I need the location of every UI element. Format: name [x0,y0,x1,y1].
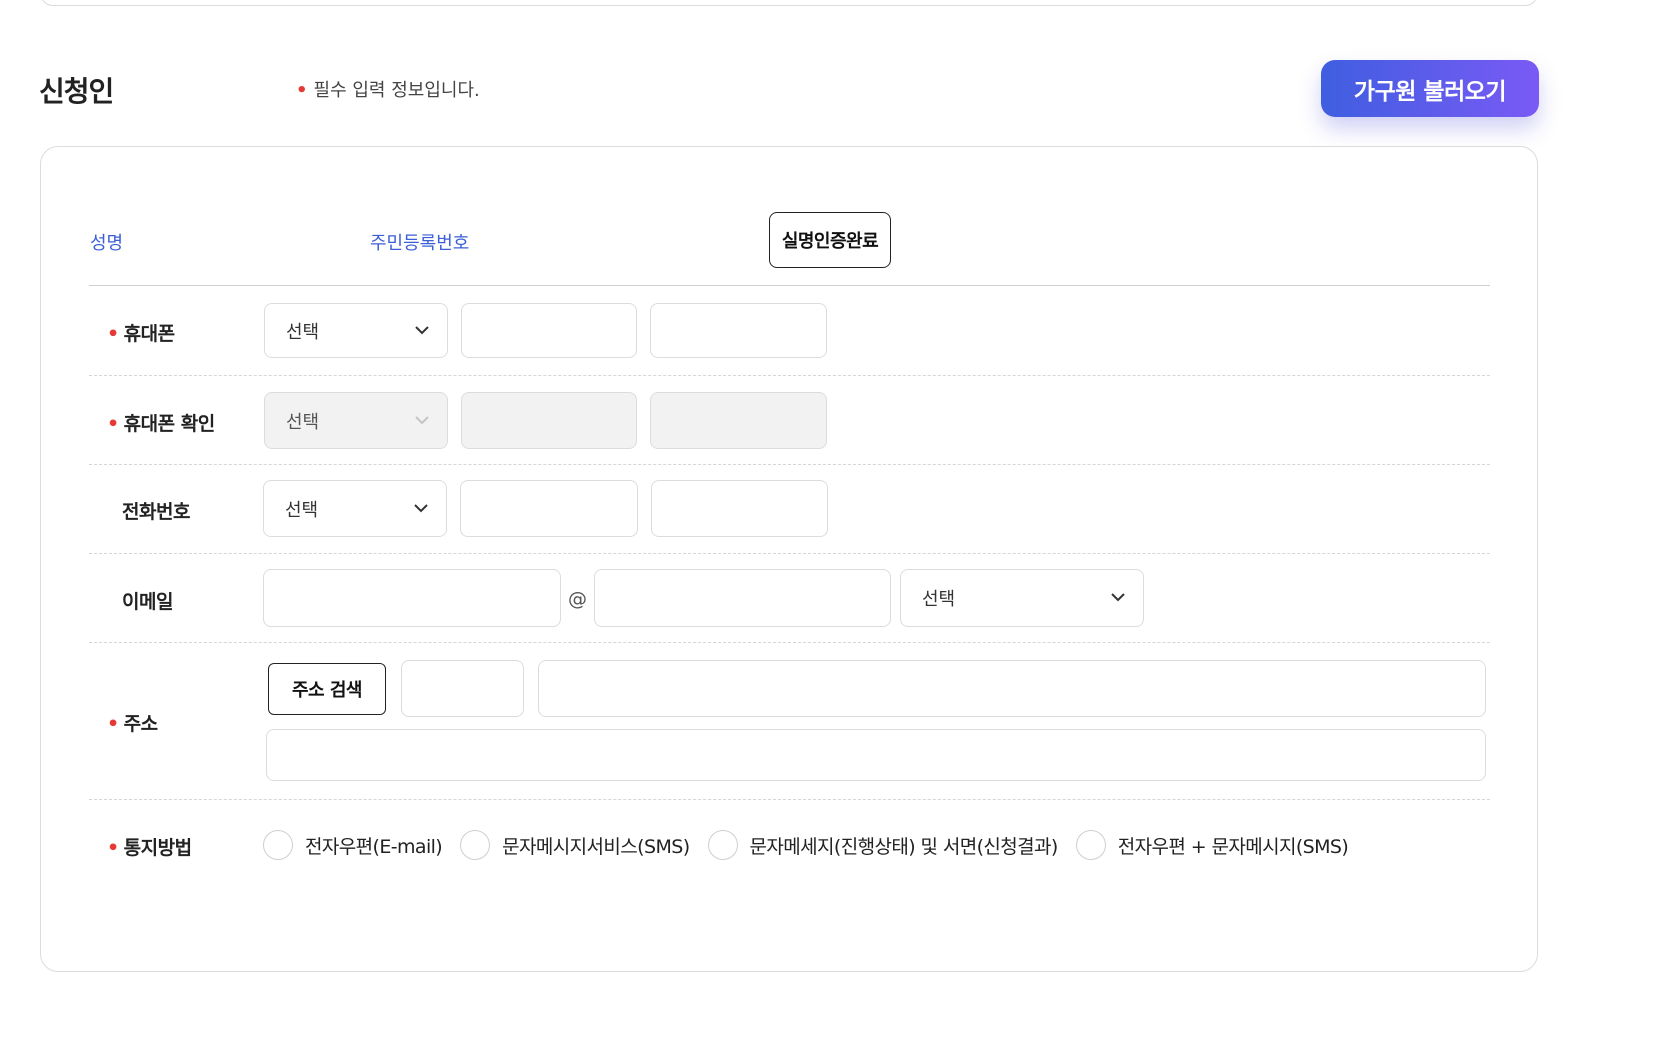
mobile-label-text: 휴대폰 [123,323,175,345]
load-household-members-button[interactable]: 가구원 불러오기 [1321,60,1539,117]
phone-label: 전화번호 [122,501,190,523]
mobile-confirm-label-text: 휴대폰 확인 [123,413,216,435]
email-domain-select[interactable]: 선택 [900,569,1144,627]
notify-method-radio-group: 전자우편(E-mail) 문자메시지서비스(SMS) 문자메세지(진행상태) 및… [263,829,1366,861]
phone-prefix-select[interactable]: 선택 [263,480,447,537]
required-dot: • [107,323,119,345]
row-divider [89,553,1490,554]
address-main-input[interactable] [538,660,1486,717]
notify-option-label: 전자우편(E-mail) [305,835,443,858]
email-id-input[interactable] [263,569,561,627]
mobile-confirm-label: • 휴대폰 확인 [107,409,215,436]
radio-button[interactable] [263,830,293,860]
email-label: 이메일 [122,591,173,613]
previous-section-card [40,0,1538,6]
address-search-button[interactable]: 주소 검색 [268,663,386,715]
row-divider [89,642,1490,643]
mobile-confirm-middle-input[interactable] [461,392,637,449]
mobile-last-input[interactable] [650,303,827,358]
radio-button[interactable] [707,830,738,860]
section-title: 신청인 [39,75,114,108]
chevron-down-icon [1111,593,1125,602]
notify-option-sms-and-mail[interactable]: 문자메세지(진행상태) 및 서면(신청결과) [707,830,1059,860]
postal-code-input[interactable] [401,660,524,717]
at-sign: @ [568,588,587,610]
phone-last-input[interactable] [651,480,828,537]
mobile-confirm-prefix-select[interactable]: 선택 [264,392,448,449]
mobile-prefix-value: 선택 [286,321,320,343]
phone-middle-input[interactable] [460,480,638,537]
required-note: • 필수 입력 정보입니다. [296,76,480,102]
mobile-label: • 휴대폰 [107,319,175,346]
email-domain-select-value: 선택 [922,589,956,610]
required-dot: • [107,713,119,735]
notify-option-label: 문자메세지(진행상태) 및 서면(신청결과) [749,835,1059,858]
required-dot: • [107,413,119,435]
notify-label: • 통지방법 [107,833,192,860]
mobile-confirm-prefix-value: 선택 [286,411,320,433]
mobile-confirm-last-input[interactable] [650,392,827,449]
phone-prefix-value: 선택 [285,499,319,521]
required-dot: • [296,80,308,101]
notify-option-email-and-sms[interactable]: 전자우편 + 문자메시지(SMS) [1075,830,1349,860]
radio-button[interactable] [460,830,491,860]
divider [89,285,1490,286]
identity-verified-button[interactable]: 실명인증완료 [769,212,891,268]
row-divider [89,464,1490,465]
required-note-text: 필수 입력 정보입니다. [313,80,480,101]
mobile-middle-input[interactable] [461,303,637,358]
email-domain-input[interactable] [594,569,891,627]
address-label-text: 주소 [123,713,158,735]
row-divider [89,799,1490,800]
notify-label-text: 통지방법 [123,837,192,859]
required-dot: • [107,837,119,859]
notify-option-label: 문자메시지서비스(SMS) [502,835,690,858]
mobile-prefix-select[interactable]: 선택 [264,303,448,358]
address-detail-input[interactable] [266,729,1486,781]
name-label: 성명 [90,233,124,254]
rrn-label: 주민등록번호 [370,233,470,254]
notify-option-sms[interactable]: 문자메시지서비스(SMS) [460,830,690,860]
notify-option-label: 전자우편 + 문자메시지(SMS) [1117,835,1349,858]
row-divider [89,375,1490,376]
address-label: • 주소 [107,709,158,736]
chevron-down-icon [414,503,428,512]
notify-option-email[interactable]: 전자우편(E-mail) [263,830,443,860]
chevron-down-icon [415,325,429,334]
radio-button[interactable] [1075,830,1106,860]
chevron-down-icon [415,415,429,424]
